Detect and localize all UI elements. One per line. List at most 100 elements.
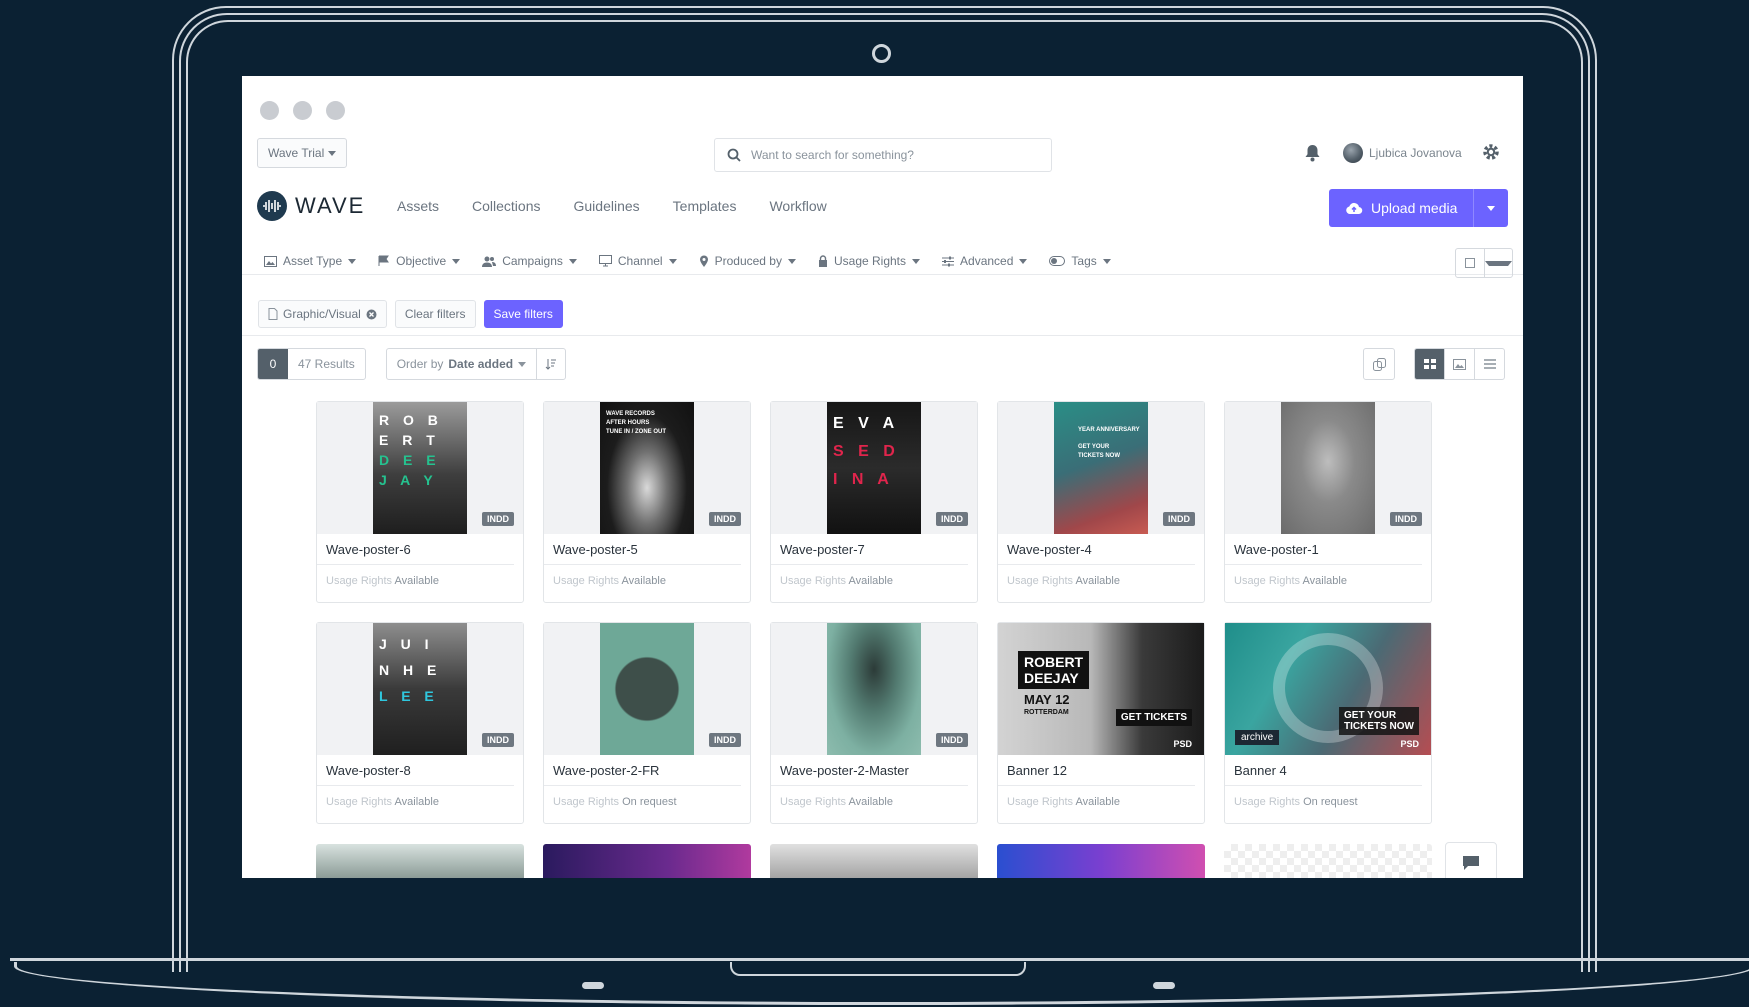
search-placeholder: Want to search for something?: [751, 148, 914, 162]
usage-rights: Usage Rights On request: [553, 796, 677, 808]
asset-grid-next-row: [316, 844, 1432, 878]
asset-card[interactable]: INDD Wave-poster-1 Usage Rights Availabl…: [1224, 401, 1432, 603]
window-minimize-button[interactable]: [293, 101, 312, 120]
file-type-badge: INDD: [1163, 512, 1195, 526]
asset-card[interactable]: WAVE RECORDS AFTER HOURS TUNE IN / ZONE OU…: [543, 401, 751, 603]
nav-item-workflow[interactable]: Workflow: [769, 198, 826, 214]
lock-icon: [818, 255, 827, 267]
list-view-button[interactable]: [1474, 349, 1504, 379]
grid-icon: [1423, 359, 1436, 369]
chevron-down-icon: [912, 258, 921, 264]
filter-label: Advanced: [960, 254, 1014, 268]
nav-item-assets[interactable]: Assets: [397, 198, 439, 214]
cloud-upload-icon: [1346, 202, 1363, 214]
banner-date: MAY 12 ROTTERDAM: [1024, 692, 1070, 716]
bell-icon[interactable]: [1304, 144, 1321, 162]
close-icon[interactable]: [366, 309, 377, 320]
copy-icon: [1372, 357, 1386, 371]
avatar[interactable]: [1343, 143, 1363, 163]
asset-card[interactable]: J U IN H EL E E INDD Wave-poster-8 Usage…: [316, 622, 524, 824]
chevron-down-icon: [348, 258, 357, 264]
asset-card-partial[interactable]: [997, 844, 1205, 878]
image-view-button[interactable]: [1444, 349, 1474, 379]
poster-text: J U IN H EL E E: [379, 636, 442, 704]
usage-rights: Usage Rights Available: [1234, 575, 1347, 587]
asset-card[interactable]: YEAR ANNIVERSARY GET YOUR TICKETS NOW INDD…: [997, 401, 1205, 603]
search-icon: [727, 148, 741, 162]
poster-image: [600, 623, 694, 755]
nav-item-collections[interactable]: Collections: [472, 198, 540, 214]
filter-asset-type[interactable]: Asset Type: [264, 254, 357, 268]
asset-thumbnail: INDD: [1225, 402, 1431, 534]
asset-thumbnail: YEAR ANNIVERSARY GET YOUR TICKETS NOW INDD: [998, 402, 1204, 534]
asset-card-partial[interactable]: [543, 844, 751, 878]
filter-label: Channel: [617, 254, 663, 268]
main-nav: Assets Collections Guidelines Templates …: [397, 198, 827, 214]
filter-label: Objective: [396, 254, 447, 268]
user-name[interactable]: Ljubica Jovanova: [1369, 146, 1462, 160]
chevron-down-icon[interactable]: [1483, 249, 1512, 277]
chat-button[interactable]: [1445, 842, 1497, 878]
asset-card[interactable]: INDD Wave-poster-2-FR Usage Rights On re…: [543, 622, 751, 824]
upload-media-button[interactable]: Upload media: [1329, 189, 1474, 227]
poster-image: [827, 623, 921, 755]
asset-title: Wave-poster-5: [544, 534, 741, 565]
filter-tags[interactable]: Tags: [1049, 254, 1111, 268]
list-icon: [1483, 359, 1496, 369]
asset-title: Wave-poster-1: [1225, 534, 1422, 565]
filter-campaigns[interactable]: Campaigns: [482, 254, 577, 268]
asset-card[interactable]: INDD Wave-poster-2-Master Usage Rights A…: [770, 622, 978, 824]
banner-cta: GET TICKETS: [1115, 709, 1192, 726]
checkbox-icon[interactable]: [1456, 249, 1484, 277]
gear-icon[interactable]: [1482, 143, 1500, 161]
usage-rights: Usage Rights Available: [1007, 796, 1120, 808]
file-type-badge: INDD: [936, 512, 968, 526]
asset-card[interactable]: archive GET YOUR TICKETS NOW PSD Banner 4…: [1224, 622, 1432, 824]
sort-direction-button[interactable]: [536, 349, 565, 379]
poster-image: E V AS E DI N A: [827, 402, 921, 534]
asset-thumbnail: INDD: [544, 623, 750, 755]
asset-title: Banner 12: [998, 755, 1195, 786]
asset-title: Wave-poster-4: [998, 534, 1195, 565]
nav-item-guidelines[interactable]: Guidelines: [574, 198, 640, 214]
filter-advanced[interactable]: Advanced: [942, 254, 1028, 268]
order-dropdown[interactable]: Order by Date added: [387, 349, 536, 379]
sort-icon: [545, 359, 557, 370]
poster-text: E V AS E DI N A: [833, 415, 900, 488]
asset-card[interactable]: ROBERT DEEJAY MAY 12 ROTTERDAM GET TICKETS…: [997, 622, 1205, 824]
filter-list: Asset Type Objective Campaigns Channel P…: [264, 254, 1111, 268]
poster-image: YEAR ANNIVERSARY GET YOUR TICKETS NOW: [1054, 402, 1148, 534]
save-filters-button[interactable]: Save filters: [483, 300, 563, 328]
file-type-badge: INDD: [1390, 512, 1422, 526]
nav-item-templates[interactable]: Templates: [673, 198, 737, 214]
asset-thumbnail: WAVE RECORDS AFTER HOURS TUNE IN / ZONE OU…: [544, 402, 750, 534]
select-all-dropdown[interactable]: [1455, 248, 1513, 278]
asset-title: Banner 4: [1225, 755, 1422, 786]
laptop-foot: [582, 982, 604, 989]
brand-logo[interactable]: WAVE: [257, 191, 365, 221]
grid-view-button[interactable]: [1415, 349, 1444, 379]
asset-card-partial[interactable]: [770, 844, 978, 878]
window-maximize-button[interactable]: [326, 101, 345, 120]
selection-counter[interactable]: 0 47 Results: [257, 348, 366, 380]
chevron-down-icon: [1487, 205, 1496, 211]
window-close-button[interactable]: [260, 101, 279, 120]
workspace-dropdown[interactable]: Wave Trial: [257, 138, 348, 168]
upload-options-button[interactable]: [1473, 189, 1509, 227]
file-icon: [268, 308, 278, 320]
search-input[interactable]: Want to search for something?: [714, 138, 1052, 172]
filter-objective[interactable]: Objective: [378, 254, 461, 268]
clear-filters-button[interactable]: Clear filters: [394, 300, 476, 328]
asset-card-partial[interactable]: [316, 844, 524, 878]
filter-usage-rights[interactable]: Usage Rights: [818, 254, 921, 268]
filter-produced-by[interactable]: Produced by: [699, 254, 796, 268]
filter-channel[interactable]: Channel: [598, 254, 677, 268]
asset-card-partial[interactable]: [1224, 844, 1432, 878]
selected-count: 0: [258, 349, 288, 379]
active-filter-chip[interactable]: Graphic/Visual: [258, 300, 387, 328]
file-type-badge: INDD: [936, 733, 968, 747]
asset-card[interactable]: E V AS E DI N A INDD Wave-poster-7 Usage…: [770, 401, 978, 603]
asset-card[interactable]: R O BE R TD E EJ A Y INDD Wave-poster-6 …: [316, 401, 524, 603]
copy-button[interactable]: [1363, 348, 1395, 380]
users-icon: [482, 256, 497, 267]
